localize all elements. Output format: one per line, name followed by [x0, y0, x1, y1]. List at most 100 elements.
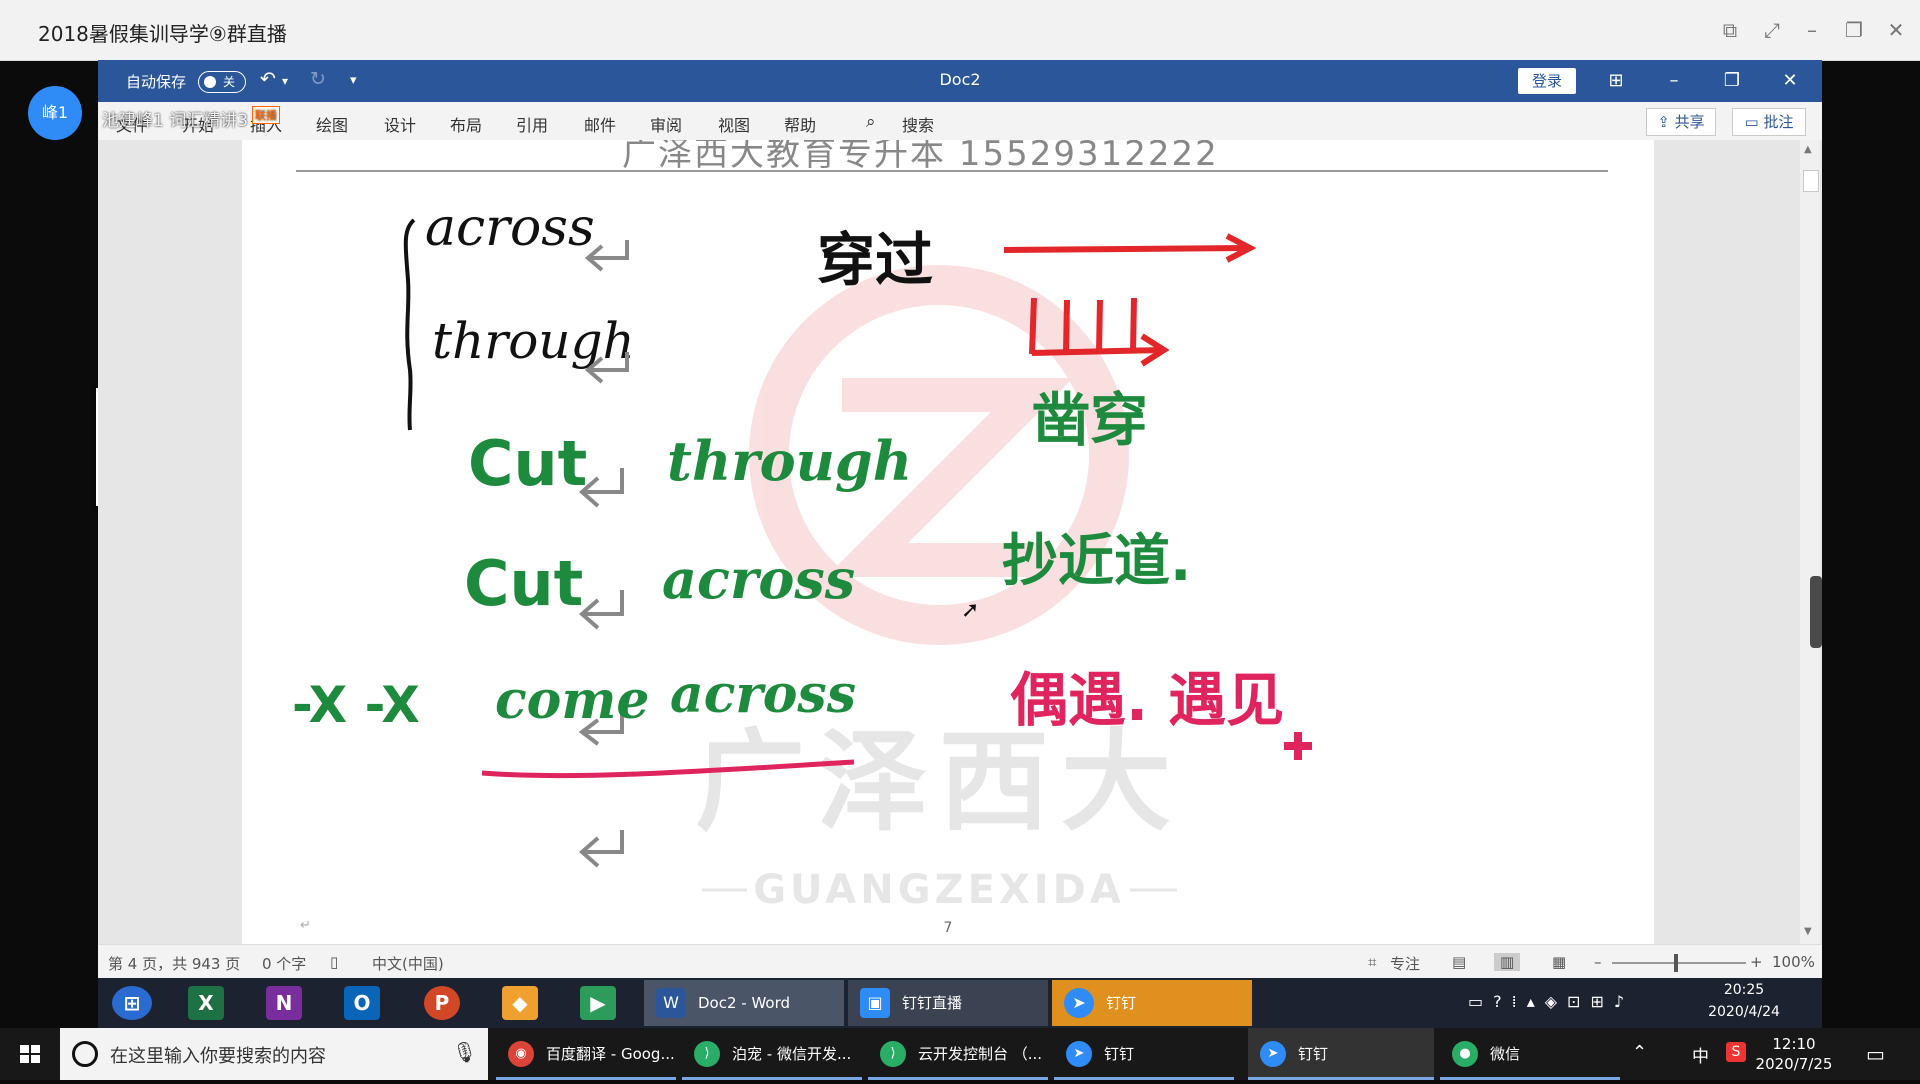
- web-layout-icon[interactable]: ▦: [1552, 953, 1566, 971]
- task-wechat[interactable]: ● 微信: [1440, 1028, 1620, 1080]
- vertical-scrollbar[interactable]: ▲ ▼: [1800, 140, 1820, 944]
- ribbon-display-icon[interactable]: ⊞: [1596, 66, 1636, 96]
- document-page[interactable]: 广泽西大教育专升本 15529312222 广泽西大 GUANGZEXIDA a…: [242, 140, 1654, 944]
- proofing-icon[interactable]: ▯: [330, 953, 338, 971]
- minimize-icon[interactable]: –: [1796, 14, 1828, 46]
- input-method[interactable]: 中: [1692, 1042, 1709, 1067]
- task-dingtalk-live-label: 钉钉直播: [902, 994, 963, 1012]
- task-word[interactable]: W Doc2 - Word: [644, 980, 844, 1026]
- meaning-come-across: 偶遇. 遇见: [1010, 666, 1284, 734]
- zoom-out-icon[interactable]: –: [1594, 953, 1602, 971]
- page-info[interactable]: 第 4 页，共 943 页: [108, 953, 240, 974]
- zoom-slider[interactable]: [1612, 962, 1746, 964]
- share-button[interactable]: ⇪ 共享: [1646, 108, 1716, 136]
- search-label[interactable]: 搜索: [902, 112, 934, 136]
- login-button[interactable]: 登录: [1518, 68, 1576, 94]
- mouse-cursor-icon: ➚: [961, 598, 980, 623]
- watermark-chinese: 广泽西大: [695, 718, 1183, 846]
- paragraph-mark: ↵: [300, 918, 311, 933]
- tray-icons[interactable]: ▭?⁞▴◈⊡⊞♪: [1468, 992, 1634, 1011]
- wechat-icon: ●: [1452, 1041, 1478, 1067]
- windows-logo-icon: [20, 1045, 40, 1063]
- language[interactable]: 中文(中国): [372, 953, 444, 974]
- sogou-ime-icon[interactable]: S: [1726, 1042, 1746, 1062]
- host-avatar[interactable]: 峰1: [28, 86, 82, 140]
- focus-mode[interactable]: 专注: [1390, 953, 1420, 974]
- onenote-icon[interactable]: N: [266, 986, 302, 1020]
- tick-4: [1130, 297, 1137, 353]
- task-baidu-translate[interactable]: ◉ 百度翻译 - Goog...: [496, 1028, 676, 1080]
- task-dingtalk-2[interactable]: ➤ 钉钉: [1248, 1028, 1434, 1080]
- word-icon: W: [656, 988, 686, 1018]
- clock-date: 2020/7/25: [1755, 1055, 1833, 1073]
- popout-icon[interactable]: ⧉: [1714, 14, 1746, 46]
- restore-icon[interactable]: ❐: [1838, 14, 1870, 46]
- tab-draw[interactable]: 绘图: [316, 112, 348, 136]
- right-panel-handle[interactable]: [1810, 576, 1822, 648]
- word-cut-1: Cut: [468, 427, 587, 500]
- package-app-icon[interactable]: ◆: [502, 986, 538, 1020]
- meaning-cut-through: 凿穿: [1032, 386, 1148, 454]
- watermark-english: GUANGZEXIDA: [753, 867, 1125, 913]
- word-count[interactable]: 0 个字: [262, 953, 306, 974]
- close-icon[interactable]: ✕: [1880, 14, 1912, 46]
- scroll-thumb[interactable]: [1803, 170, 1819, 192]
- word-restore-icon[interactable]: ❐: [1712, 66, 1752, 96]
- ribbon-tabs: 文件 开始 插入 绘图 设计 布局 引用 邮件 审阅 视图 帮助 ⌕ 搜索 ⇪ …: [98, 102, 1822, 141]
- excel-icon[interactable]: X: [188, 986, 224, 1020]
- taskbar-search-box[interactable]: 在这里输入你要搜索的内容 🎙: [60, 1028, 488, 1080]
- live-icon: ▣: [860, 988, 890, 1018]
- scroll-up-icon[interactable]: ▲: [1804, 144, 1812, 155]
- zoom-in-icon[interactable]: +: [1750, 953, 1763, 971]
- task-cloud-console[interactable]: ⟩ 云开发控制台 （...: [868, 1028, 1048, 1080]
- task-cloud-console-label: 云开发控制台 （...: [918, 1045, 1043, 1063]
- dingtalk-icon: ➤: [1064, 988, 1094, 1018]
- start-orb-icon[interactable]: ⊞: [112, 986, 152, 1020]
- tick-1: [1029, 297, 1037, 355]
- task-wechat-devtool[interactable]: ⟩ 泊宠 - 微信开发...: [682, 1028, 862, 1080]
- tab-design[interactable]: 设计: [384, 112, 416, 136]
- show-hidden-icons[interactable]: ⌃: [1632, 1042, 1647, 1063]
- word-minimize-icon[interactable]: –: [1654, 66, 1694, 96]
- tab-help[interactable]: 帮助: [784, 112, 816, 136]
- task-dingtalk-1[interactable]: ➤ 钉钉: [1054, 1028, 1234, 1080]
- task-word-label: Doc2 - Word: [698, 994, 791, 1012]
- tab-references[interactable]: 引用: [516, 112, 548, 136]
- comments-button[interactable]: ▭ 批注: [1732, 108, 1806, 136]
- shared-clock-time: 20:25: [1723, 982, 1765, 998]
- windows-taskbar: 在这里输入你要搜索的内容 🎙 ◉ 百度翻译 - Goog... ⟩ 泊宠 - 微…: [0, 1028, 1920, 1080]
- windows-start-button[interactable]: [0, 1028, 60, 1080]
- system-clock[interactable]: 12:10 2020/7/25: [1744, 1034, 1844, 1074]
- taskbar-search-placeholder: 在这里输入你要搜索的内容: [110, 1046, 326, 1067]
- handwriting-canvas: 广泽西大 GUANGZEXIDA across through 穿过 Cut t…: [292, 198, 1312, 913]
- search-icon[interactable]: ⌕: [866, 112, 876, 132]
- tab-review[interactable]: 审阅: [650, 112, 682, 136]
- task-wechat-label: 微信: [1490, 1045, 1521, 1063]
- print-layout-icon[interactable]: ▥: [1494, 953, 1521, 971]
- focus-icon[interactable]: ⌗: [1368, 953, 1376, 971]
- fullscreen-icon[interactable]: ⤢: [1756, 14, 1788, 46]
- comment-icon: ▭: [1744, 113, 1764, 131]
- task-dingtalk-live[interactable]: ▣ 钉钉直播: [848, 980, 1048, 1026]
- microphone-icon[interactable]: 🎙: [452, 1040, 477, 1064]
- scroll-down-icon[interactable]: ▼: [1804, 926, 1812, 937]
- live-window-titlebar: 2018暑假集训导学⑨群直播 ⧉ ⤢ – ❐ ✕: [0, 0, 1920, 61]
- zoom-slider-thumb[interactable]: [1674, 954, 1678, 972]
- word-status-bar: 第 4 页，共 943 页 0 个字 ▯ 中文(中国) ⌗ 专注 ▤ ▥ ▦ –…: [98, 944, 1822, 979]
- zoom-level[interactable]: 100%: [1772, 953, 1815, 971]
- tab-view[interactable]: 视图: [718, 112, 750, 136]
- read-mode-icon[interactable]: ▤: [1452, 953, 1466, 971]
- action-center-icon[interactable]: ▭: [1866, 1042, 1885, 1066]
- task-dingtalk[interactable]: ➤ 钉钉: [1052, 980, 1252, 1026]
- document-area: 广泽西大教育专升本 15529312222 广泽西大 GUANGZEXIDA a…: [98, 140, 1822, 944]
- word-across: across: [425, 198, 595, 258]
- powerpoint-icon[interactable]: P: [424, 986, 460, 1020]
- tab-mailings[interactable]: 邮件: [584, 112, 616, 136]
- word-across-2: across: [662, 547, 855, 611]
- word-close-icon[interactable]: ✕: [1770, 66, 1810, 96]
- task-wechat-devtool-label: 泊宠 - 微信开发...: [732, 1045, 852, 1063]
- media-player-icon[interactable]: ▶: [580, 986, 616, 1020]
- tab-layout[interactable]: 布局: [450, 112, 482, 136]
- arrow-line: [1003, 245, 1248, 253]
- outlook-icon[interactable]: O: [344, 986, 380, 1020]
